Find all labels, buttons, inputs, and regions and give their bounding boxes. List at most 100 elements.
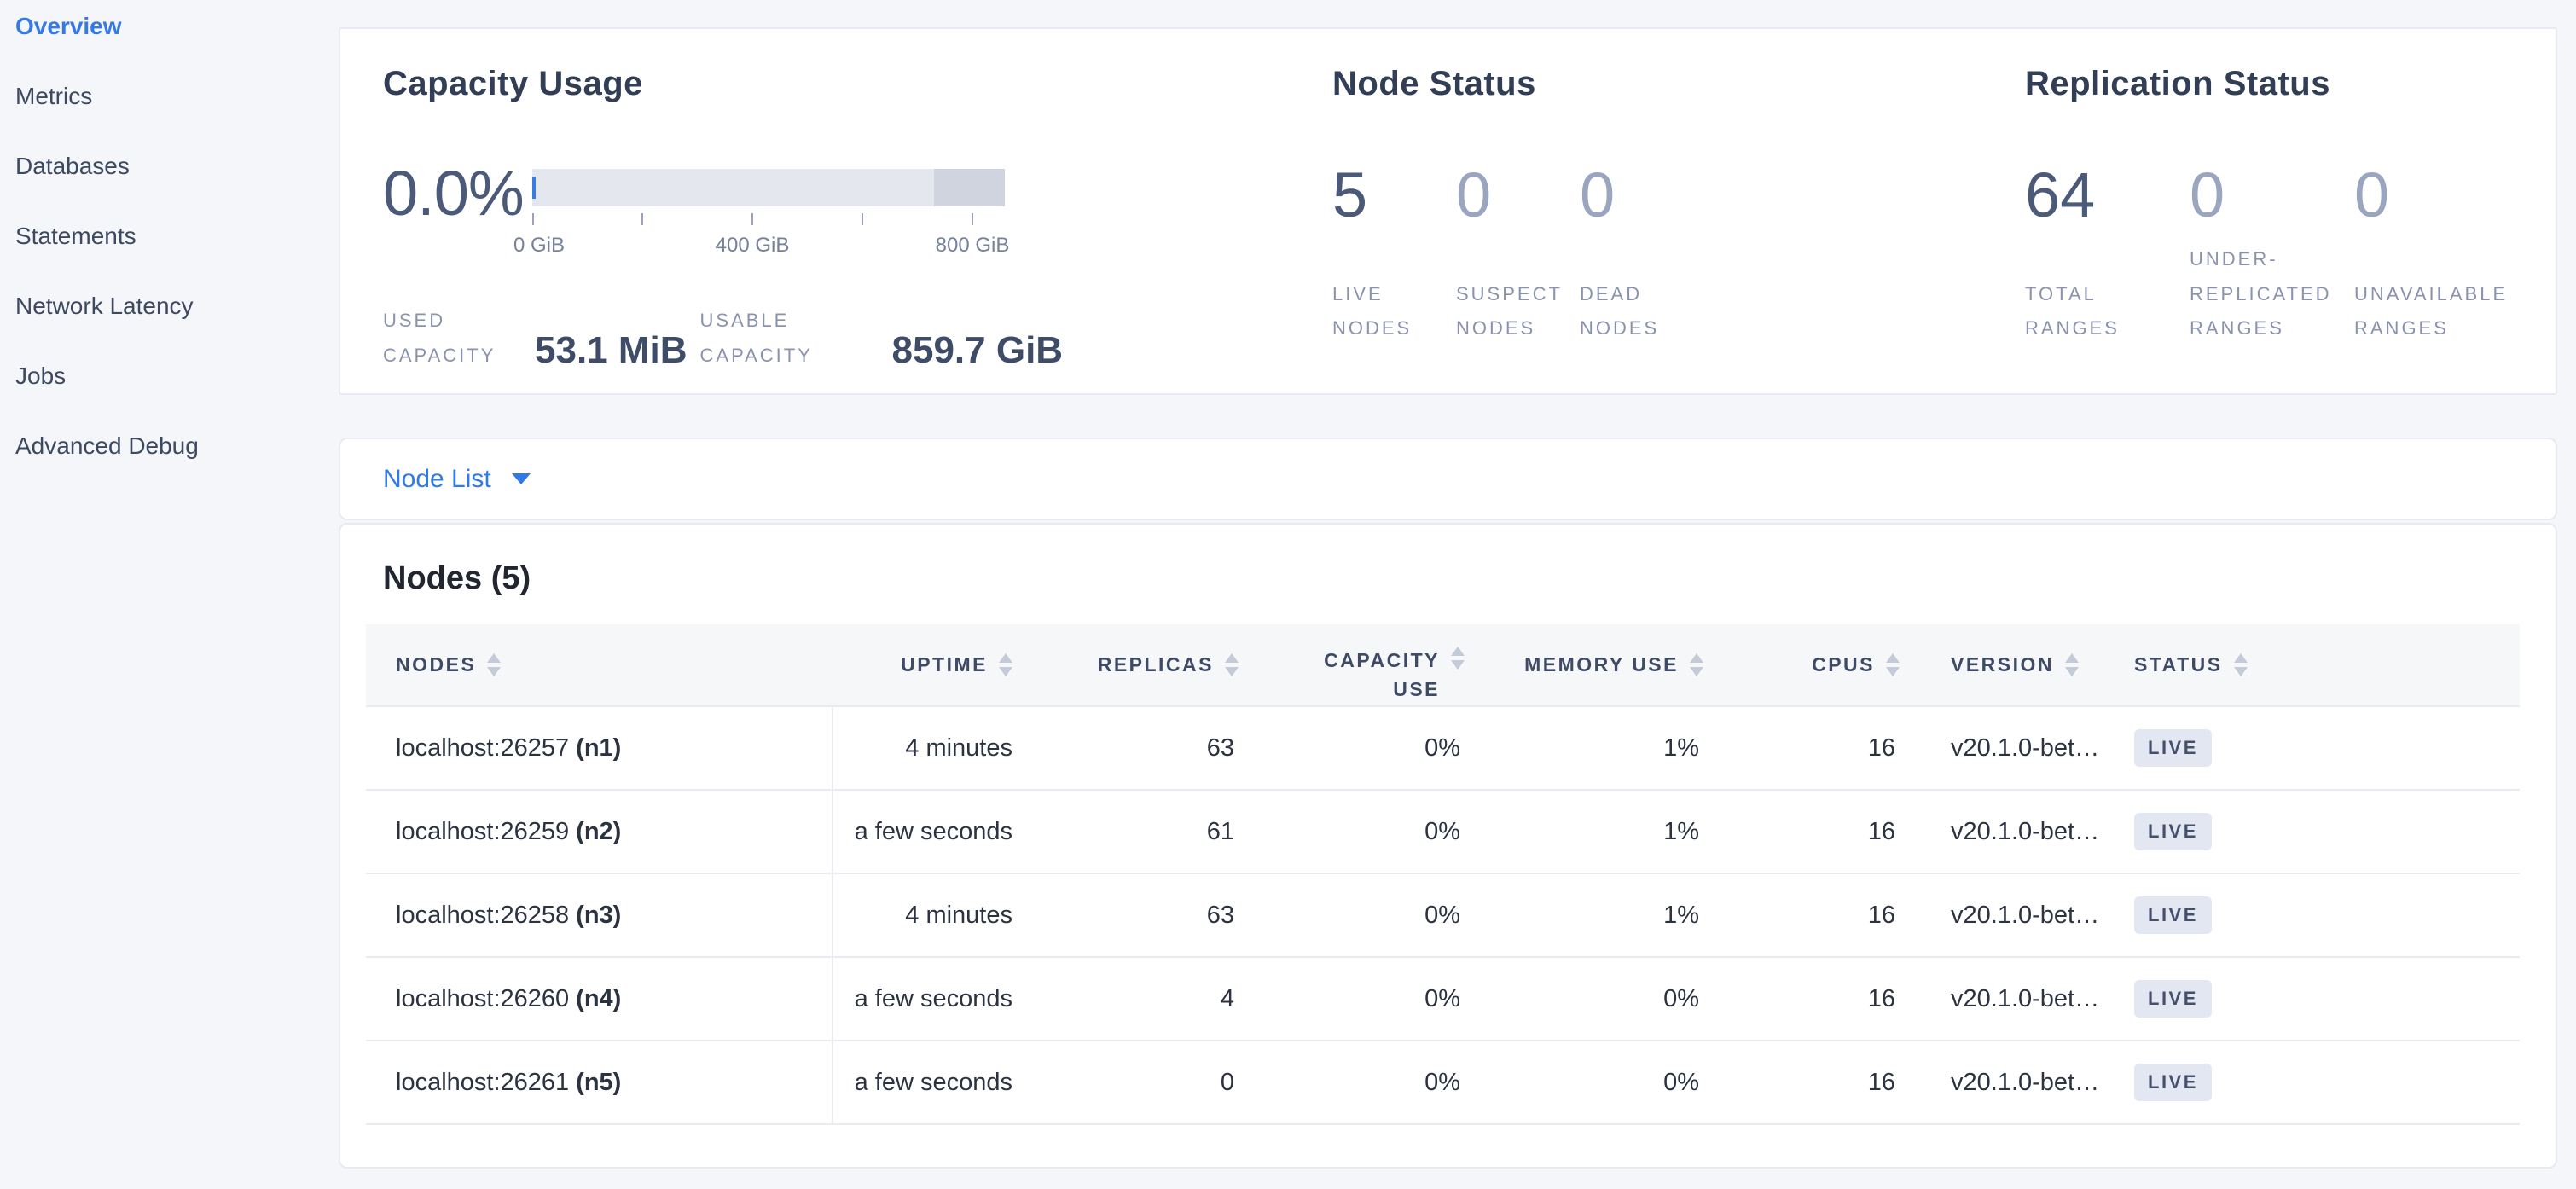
version-cell: v20.1.0-bet… <box>1921 957 2113 1041</box>
node-address-link[interactable]: localhost:26261 <box>396 1069 569 1096</box>
col-header-capacity-use[interactable]: CAPACITY USE <box>1260 624 1486 706</box>
sort-icon <box>2065 653 2079 676</box>
total-ranges-stat: 64 TOTAL RANGES <box>2025 164 2177 346</box>
sidebar-item-jobs[interactable]: Jobs <box>15 363 339 389</box>
node-address-link[interactable]: localhost:26260 <box>396 985 569 1012</box>
replicas-cell: 63 <box>1034 706 1260 790</box>
sidebar-item-databases[interactable]: Databases <box>15 154 339 179</box>
axis-tick <box>751 213 753 225</box>
col-header-cpus[interactable]: CPUS <box>1725 624 1921 706</box>
capacity-bar-used-marker <box>532 177 536 199</box>
live-nodes-stat: 5 LIVE NODES <box>1332 164 1438 346</box>
replication-status-section: Replication Status 64 TOTAL RANGES 0 UND… <box>2025 67 2556 393</box>
capacity-use-cell: 0% <box>1260 706 1486 790</box>
usable-capacity-label: USABLE CAPACITY <box>700 304 892 373</box>
capacity-use-cell: 0% <box>1260 873 1486 957</box>
axis-tick <box>862 213 863 225</box>
cpus-cell: 16 <box>1725 706 1921 790</box>
node-id: (n4) <box>576 985 621 1012</box>
table-row: localhost:26259(n2) a few seconds 61 0% … <box>366 790 2520 873</box>
sort-icon <box>999 653 1012 676</box>
sidebar-item-advanced-debug[interactable]: Advanced Debug <box>15 433 339 459</box>
status-badge: LIVE <box>2134 980 2212 1018</box>
node-list-dropdown[interactable]: Node List <box>383 465 531 494</box>
version-cell: v20.1.0-bet… <box>1921 873 2113 957</box>
live-nodes-value: 5 <box>1332 164 1438 227</box>
node-address-link[interactable]: localhost:26258 <box>396 902 569 929</box>
capacity-usage-title: Capacity Usage <box>383 67 1332 101</box>
table-row: localhost:26257(n1) 4 minutes 63 0% 1% 1… <box>366 706 2520 790</box>
node-id: (n5) <box>576 1069 621 1096</box>
col-header-replicas[interactable]: REPLICAS <box>1034 624 1260 706</box>
col-header-label: REPLICAS <box>1098 653 1214 676</box>
col-header-label: NODES <box>396 653 476 676</box>
capacity-bar-tail-segment <box>934 169 1005 206</box>
col-header-label: CAPACITY USE <box>1305 647 1440 704</box>
node-list-dropdown-label: Node List <box>383 465 491 494</box>
uptime-cell: 4 minutes <box>833 873 1034 957</box>
unavailable-ranges-label: UNAVAILABLE RANGES <box>2354 277 2525 346</box>
version-cell: v20.1.0-bet… <box>1921 790 2113 873</box>
node-list-strip: Node List <box>339 438 2557 520</box>
node-status-title: Node Status <box>1332 67 2025 101</box>
main-content: Capacity Usage 0.0% 0 GiB 40 <box>339 27 2557 1169</box>
dead-nodes-stat: 0 DEAD NODES <box>1580 164 1685 346</box>
status-badge: LIVE <box>2134 1064 2212 1101</box>
col-header-label: VERSION <box>1951 653 2054 676</box>
replicas-cell: 63 <box>1034 873 1260 957</box>
sidebar-item-network-latency[interactable]: Network Latency <box>15 293 339 319</box>
sidebar-item-overview[interactable]: Overview <box>15 14 339 39</box>
node-address-link[interactable]: localhost:26257 <box>396 734 569 762</box>
table-row: localhost:26261(n5) a few seconds 0 0% 0… <box>366 1041 2520 1124</box>
memory-use-cell: 1% <box>1486 873 1725 957</box>
nodes-table: NODES UPTIME REPLICAS CAPACITY USE <box>366 624 2520 1125</box>
capacity-bar-axis: 0 GiB 400 GiB 800 GiB <box>532 213 1005 270</box>
col-header-label: CPUS <box>1812 653 1875 676</box>
replication-status-title: Replication Status <box>2025 67 2556 101</box>
memory-use-cell: 1% <box>1486 790 1725 873</box>
total-ranges-value: 64 <box>2025 164 2177 227</box>
unavailable-ranges-stat: 0 UNAVAILABLE RANGES <box>2354 164 2525 346</box>
dead-nodes-label: DEAD NODES <box>1580 277 1685 346</box>
uptime-cell: a few seconds <box>833 957 1034 1041</box>
sort-icon <box>1690 653 1703 676</box>
col-header-uptime[interactable]: UPTIME <box>833 624 1034 706</box>
version-cell: v20.1.0-bet… <box>1921 706 2113 790</box>
axis-tick <box>532 213 534 225</box>
axis-tick-label: 800 GiB <box>936 234 1010 258</box>
col-header-version[interactable]: VERSION <box>1921 624 2113 706</box>
capacity-use-cell: 0% <box>1260 957 1486 1041</box>
usable-capacity-value: 859.7 GiB <box>892 332 1064 369</box>
col-header-label: STATUS <box>2134 653 2223 676</box>
col-header-label: MEMORY USE <box>1524 653 1679 676</box>
node-address-link[interactable]: localhost:26259 <box>396 818 569 845</box>
uptime-cell: a few seconds <box>833 1041 1034 1124</box>
sidebar-item-metrics[interactable]: Metrics <box>15 84 339 109</box>
capacity-used-percent: 0.0% <box>383 162 532 270</box>
col-header-memory-use[interactable]: MEMORY USE <box>1486 624 1725 706</box>
cpus-cell: 16 <box>1725 957 1921 1041</box>
dead-nodes-value: 0 <box>1580 164 1685 227</box>
uptime-cell: 4 minutes <box>833 706 1034 790</box>
version-cell: v20.1.0-bet… <box>1921 1041 2113 1124</box>
axis-tick <box>641 213 643 225</box>
suspect-nodes-label: SUSPECT NODES <box>1456 277 1562 346</box>
used-capacity-value: 53.1 MiB <box>535 332 688 369</box>
under-replicated-ranges-stat: 0 UNDER-REPLICATED RANGES <box>2190 164 2341 346</box>
node-status-section: Node Status 5 LIVE NODES 0 SUSPECT NODES… <box>1332 67 2025 393</box>
col-header-nodes[interactable]: NODES <box>366 624 833 706</box>
nodes-table-card: Nodes (5) NODES UPTIME RE <box>339 523 2557 1169</box>
axis-tick-label: 400 GiB <box>716 234 790 258</box>
capacity-bar-chart: 0 GiB 400 GiB 800 GiB <box>532 169 1005 270</box>
cpus-cell: 16 <box>1725 1041 1921 1124</box>
memory-use-cell: 0% <box>1486 1041 1725 1124</box>
sidebar-item-statements[interactable]: Statements <box>15 223 339 249</box>
unavailable-ranges-value: 0 <box>2354 164 2525 227</box>
col-header-status[interactable]: STATUS <box>2113 624 2520 706</box>
capacity-usage-section: Capacity Usage 0.0% 0 GiB 40 <box>383 67 1332 393</box>
chevron-down-icon <box>512 473 531 484</box>
under-replicated-ranges-label: UNDER-REPLICATED RANGES <box>2190 242 2341 346</box>
sort-icon <box>1225 653 1239 676</box>
nodes-count-title: Nodes (5) <box>383 560 2520 597</box>
suspect-nodes-value: 0 <box>1456 164 1562 227</box>
